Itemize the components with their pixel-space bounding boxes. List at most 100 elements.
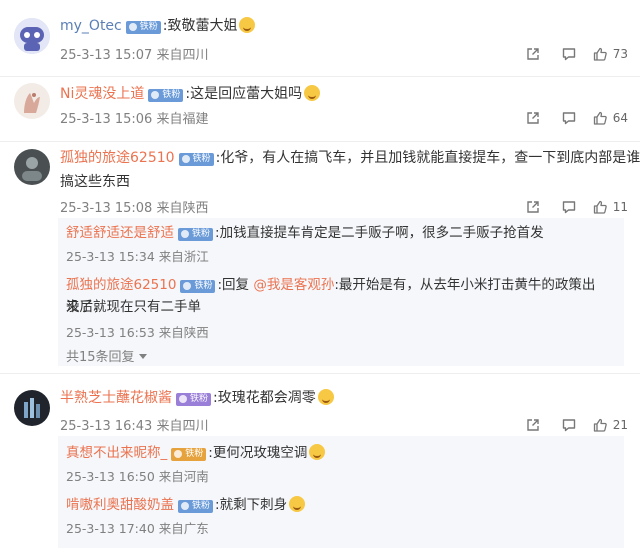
avatar[interactable] <box>14 149 50 185</box>
reply-text: :加钱直接提车肯定是二手贩子啊，很多二手贩子抢首发 <box>215 225 544 241</box>
share-button[interactable] <box>515 197 551 217</box>
comment-meta: 25-3-13 15:08 来自陕西 <box>60 197 209 216</box>
reply-username[interactable]: 舒适舒适还是舒适 <box>66 225 174 241</box>
timestamp: 25-3-13 15:06 <box>60 112 153 127</box>
comment-icon <box>562 200 576 214</box>
comment-meta: 25-3-13 15:06 来自福建 <box>60 108 209 127</box>
comment: Ni灵魂没上道 铁粉:这是回应蕾大姐吗 25-3-13 15:06 来自福建 64 <box>0 77 640 141</box>
reply: 舒适舒适还是舒适 铁粉:加钱直接提车肯定是二手贩子啊，很多二手贩子抢首发 <box>66 222 606 244</box>
reply-text: :就剩下刺身 <box>215 497 288 513</box>
share-button[interactable] <box>515 44 551 64</box>
comment-line: my_Otec 铁粉:致敬蕾大姐 <box>60 16 256 36</box>
comment-icon <box>562 111 576 125</box>
reply-meta: 25-3-13 16:50 来自河南 <box>66 466 209 485</box>
username[interactable]: 半熟芝士蘸花椒酱 <box>60 390 172 406</box>
fan-badge: 铁粉 <box>178 500 214 513</box>
mention-link[interactable]: @我是客观孙 <box>253 277 334 293</box>
reply-meta: 25-3-13 17:40 来自广东 <box>66 518 209 537</box>
fan-badge: 铁粉 <box>125 21 161 34</box>
fan-badge: 铁粉 <box>148 89 184 102</box>
reply-button[interactable] <box>551 415 587 435</box>
emoji-icon <box>239 17 256 33</box>
reply-thread: 舒适舒适还是舒适 铁粉:加钱直接提车肯定是二手贩子啊，很多二手贩子抢首发 25-3… <box>58 218 624 366</box>
share-icon <box>526 111 540 125</box>
reply-username[interactable]: 啃嗷利奥甜酸奶盖 <box>66 497 174 513</box>
location: 来自河南 <box>158 469 209 484</box>
reply: 真想不出来昵称_ 铁粉:更何况玫瑰空调 <box>66 442 606 464</box>
reply-button[interactable] <box>551 44 587 64</box>
comment-text: :化爷，有人在搞飞车，并且加钱就能直接提车，查一下到底内部是谁在 <box>215 150 640 166</box>
username[interactable]: 孤独的旅途62510 <box>60 150 175 166</box>
more-replies-link[interactable]: 共15条回复 <box>66 346 147 365</box>
avatar[interactable] <box>14 83 50 119</box>
emoji-icon <box>317 389 334 405</box>
like-button[interactable]: 11 <box>593 200 628 214</box>
comment-meta: 25-3-13 15:07 来自四川 <box>60 44 209 63</box>
share-icon <box>526 418 540 432</box>
comment-actions: 11 <box>515 197 628 217</box>
comment: my_Otec 铁粉:致敬蕾大姐 25-3-13 15:07 来自四川 73 <box>0 0 640 76</box>
share-button[interactable] <box>515 415 551 435</box>
comment-icon <box>562 47 576 61</box>
timestamp: 25-3-13 15:34 <box>66 249 155 264</box>
like-button[interactable]: 21 <box>593 418 628 432</box>
like-count: 11 <box>612 200 628 214</box>
share-icon <box>526 47 540 61</box>
share-icon <box>526 200 540 214</box>
location: 来自四川 <box>156 419 209 434</box>
location: 来自福建 <box>156 112 209 127</box>
location: 来自广东 <box>158 521 209 536</box>
share-button[interactable] <box>515 108 551 128</box>
comment-line: Ni灵魂没上道 铁粉:这是回应蕾大姐吗 <box>60 84 321 104</box>
like-count: 21 <box>612 418 628 432</box>
location: 来自陕西 <box>156 201 209 216</box>
comment: 半熟芝士蘸花椒酱 铁粉:玫瑰花都会凋零 25-3-13 16:43 来自四川 21… <box>0 374 640 552</box>
avatar[interactable] <box>14 18 50 54</box>
timestamp: 25-3-13 17:40 <box>66 521 155 536</box>
avatar[interactable] <box>14 390 50 426</box>
location: 来自陕西 <box>158 325 209 340</box>
like-count: 73 <box>612 47 628 61</box>
reply-button[interactable] <box>551 108 587 128</box>
comment-text-continued: 搞这些东西 <box>60 174 130 190</box>
comment-text: :致敬蕾大姐 <box>162 18 238 34</box>
username[interactable]: Ni灵魂没上道 <box>60 86 144 102</box>
comment-actions: 73 <box>515 44 628 64</box>
timestamp: 25-3-13 16:53 <box>66 325 155 340</box>
fan-badge: 铁粉 <box>176 393 212 406</box>
like-count: 64 <box>612 111 628 125</box>
timestamp: 25-3-13 16:43 <box>60 419 153 434</box>
reply-prefix: :回复 <box>217 277 250 293</box>
reply-meta: 25-3-13 15:34 来自浙江 <box>66 246 209 265</box>
reply: 啃嗷利奥甜酸奶盖 铁粉:就剩下刺身 <box>66 494 606 516</box>
reply-button[interactable] <box>551 197 587 217</box>
timestamp: 25-3-13 15:08 <box>60 201 153 216</box>
thumbs-up-icon <box>593 47 607 61</box>
reply-username[interactable]: 孤独的旅途62510 <box>66 277 176 293</box>
reply-thread: 真想不出来昵称_ 铁粉:更何况玫瑰空调 25-3-13 16:50 来自河南 啃嗷… <box>58 436 624 548</box>
timestamp: 25-3-13 15:07 <box>60 48 153 63</box>
username[interactable]: my_Otec <box>60 18 122 34</box>
comment-icon <box>562 418 576 432</box>
reply-username[interactable]: 真想不出来昵称_ <box>66 445 167 461</box>
timestamp: 25-3-13 16:50 <box>66 469 155 484</box>
chevron-down-icon <box>138 354 147 359</box>
fan-badge: 铁粉 <box>178 228 214 241</box>
reply-text: :更何况玫瑰空调 <box>208 445 308 461</box>
reply-text-continued: 没了，现在只有二手单 <box>66 299 201 315</box>
comment-text: :这是回应蕾大姐吗 <box>185 86 303 102</box>
like-button[interactable]: 64 <box>593 111 628 125</box>
comment-actions: 64 <box>515 108 628 128</box>
comment-meta: 25-3-13 16:43 来自四川 <box>60 415 209 434</box>
comment-line: 半熟芝士蘸花椒酱 铁粉:玫瑰花都会凋零 <box>60 388 334 408</box>
like-button[interactable]: 73 <box>593 47 628 61</box>
reply-meta: 25-3-13 16:53 来自陕西 <box>66 322 209 341</box>
fan-badge: 铁粉 <box>180 280 216 293</box>
location: 来自四川 <box>156 48 209 63</box>
fan-badge: 铁粉 <box>178 153 214 166</box>
comment-line: 孤独的旅途62510 铁粉:化爷，有人在搞飞车，并且加钱就能直接提车，查一下到底内… <box>60 148 640 168</box>
emoji-icon <box>289 496 306 512</box>
emoji-icon <box>309 444 326 460</box>
comment-text: :玫瑰花都会凋零 <box>213 390 316 406</box>
fan-badge: 铁粉 <box>171 448 207 461</box>
